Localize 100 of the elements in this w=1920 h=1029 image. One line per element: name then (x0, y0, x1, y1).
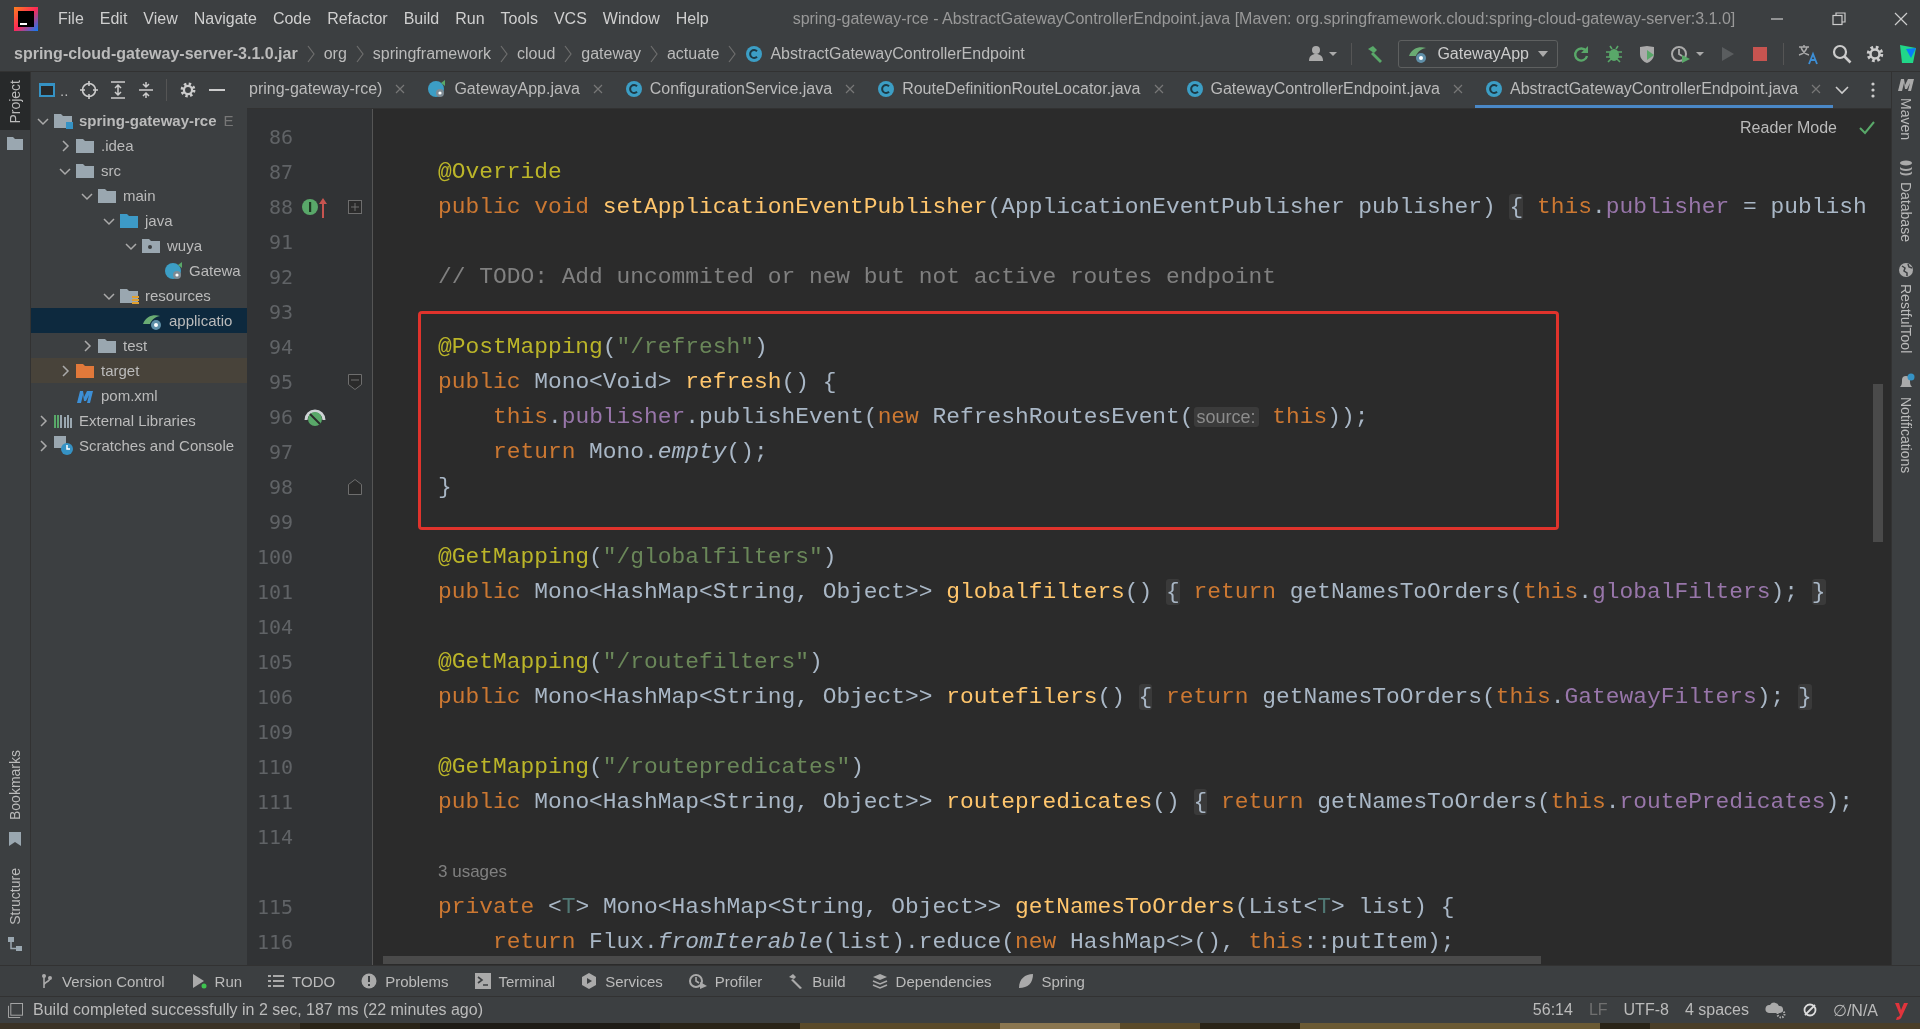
breadcrumb-item[interactable]: cloud (517, 45, 556, 63)
breadcrumb-item[interactable]: actuate (666, 45, 720, 63)
tree-item[interactable]: External Libraries (79, 412, 196, 429)
minimize-icon[interactable] (209, 88, 226, 92)
usages-hint[interactable]: 3 usages (380, 861, 507, 882)
translate-icon[interactable] (1797, 43, 1819, 65)
tool-window-tab[interactable]: Bookmarks (0, 742, 30, 827)
collapse-all-icon[interactable] (138, 81, 155, 99)
code-line: public Mono<HashMap<String, Object>> routefilers() { return getNamesToOrders(this.GatewayFilters); } (437, 683, 1812, 710)
scratches-icon (54, 435, 74, 456)
bookmark-icon[interactable] (9, 832, 21, 847)
tool-window-button[interactable]: Spring (1017, 972, 1085, 990)
folder-icon[interactable] (7, 135, 23, 150)
menu-item[interactable]: Tools (492, 9, 546, 28)
tree-item[interactable]: test (123, 337, 148, 354)
menu-item[interactable]: File (50, 9, 92, 28)
tool-window-button[interactable]: Build (788, 972, 846, 990)
tool-window-button[interactable]: Profiler (688, 972, 763, 990)
settings-icon[interactable] (1865, 44, 1885, 64)
plugin-logo-icon[interactable] (1894, 1000, 1908, 1020)
search-icon[interactable] (1832, 44, 1852, 64)
run-config-dropdown[interactable]: GatewayApp (1398, 40, 1558, 68)
user-icon[interactable] (1308, 44, 1339, 64)
menu-item[interactable]: Window (594, 9, 668, 28)
tree-item[interactable]: Scratches and Console (79, 437, 235, 454)
menu-item[interactable]: View (135, 9, 186, 28)
chevron-down-icon[interactable] (1835, 85, 1849, 95)
bug-icon[interactable] (1604, 44, 1624, 64)
stop-icon[interactable] (1750, 44, 1770, 64)
tree-item[interactable]: wuya (167, 237, 203, 254)
tool-window-label[interactable]: Notifications (1898, 397, 1914, 474)
tool-window-button[interactable]: Version Control (40, 972, 165, 990)
editor-tab[interactable]: ConfigurationService.java (614, 72, 868, 108)
scrollbar-thumb[interactable] (383, 956, 1541, 964)
tree-item[interactable]: src (101, 162, 121, 179)
menu-item[interactable]: Edit (91, 9, 136, 28)
editor-tab[interactable]: GatewayApp.java (417, 72, 615, 108)
editor-tab[interactable]: GatewayControllerEndpoint.java (1175, 72, 1475, 108)
tree-item[interactable]: main (123, 187, 156, 204)
coverage-icon[interactable] (1637, 44, 1657, 64)
tool-window-tab[interactable]: Structure (0, 860, 30, 931)
breadcrumb-item[interactable]: org (323, 45, 347, 63)
code-line: return Flux.fromIterable(list).reduce(new HashMap<>(), this::putItem); (491, 928, 1455, 955)
breadcrumb-item[interactable]: gateway (581, 45, 641, 63)
tool-window-label[interactable]: Maven (1898, 98, 1914, 141)
editor-tab[interactable]: pring-gateway-rce) (247, 72, 418, 108)
editor-tab[interactable]: RouteDefinitionRouteLocator.java (867, 72, 1176, 108)
tool-window-label[interactable]: Database (1898, 182, 1914, 242)
plugin-logo-icon[interactable] (1898, 43, 1918, 65)
cloud-gear-icon[interactable] (1764, 1001, 1787, 1019)
settings-icon[interactable] (179, 81, 198, 99)
tool-window-tab[interactable]: Project (0, 72, 30, 130)
tool-window-button[interactable]: Run (190, 972, 243, 990)
indent-setting[interactable]: 4 spaces (1684, 1001, 1749, 1019)
status-message[interactable]: Build completed successfully in 2 sec, 187 ms (22 minutes ago) (33, 1001, 483, 1019)
close-icon[interactable] (1894, 11, 1908, 26)
caret-position[interactable]: 56:14 (1532, 1001, 1573, 1019)
menu-item[interactable]: Refactor (319, 9, 396, 28)
tool-window-button[interactable]: Dependencies (871, 972, 992, 990)
tool-window-label[interactable]: RestfulTool (1898, 283, 1914, 354)
tree-item[interactable]: resources (145, 287, 211, 304)
tree-item[interactable]: Gatewa (189, 262, 241, 279)
menu-item[interactable]: Run (447, 9, 493, 28)
menu-item[interactable]: Build (395, 9, 448, 28)
tool-window-button[interactable]: Services (581, 972, 663, 990)
target-icon[interactable] (80, 81, 99, 99)
tool-window-button[interactable]: Problems (361, 972, 449, 990)
menu-item[interactable]: Help (667, 9, 717, 28)
file-encoding[interactable]: UTF-8 (1623, 1001, 1669, 1019)
restore-icon[interactable] (1832, 11, 1846, 26)
tree-item[interactable]: spring-gateway-rce (79, 112, 217, 129)
tree-item[interactable]: .idea (101, 137, 134, 154)
chevron-icon (500, 44, 509, 64)
panel-title[interactable]: .. (60, 81, 69, 99)
menu-item[interactable]: Code (264, 9, 320, 28)
tool-window-button[interactable]: Terminal (474, 972, 556, 990)
fold-expand-icon[interactable] (348, 199, 362, 214)
tree-item[interactable]: pom.xml (101, 387, 158, 404)
scrollbar-thumb[interactable] (1873, 384, 1883, 542)
menu-item[interactable]: Navigate (185, 9, 265, 28)
structure-icon[interactable] (8, 937, 22, 951)
profiler-icon[interactable] (1670, 44, 1704, 64)
tree-item[interactable]: java (145, 212, 173, 229)
no-entry-icon[interactable] (1802, 1003, 1817, 1017)
layout-icon[interactable] (8, 1002, 23, 1018)
menu-item[interactable]: VCS (545, 9, 595, 28)
breadcrumb-item[interactable]: AbstractGatewayControllerEndpoint (770, 45, 1025, 63)
code-line: @Override (437, 158, 562, 185)
chevron-icon (564, 44, 573, 64)
reader-mode-button[interactable]: Reader Mode (1740, 119, 1837, 137)
breadcrumb-item[interactable]: spring-cloud-gateway-server-3.1.0.jar (14, 45, 298, 63)
vcs-status[interactable]: ∅/N/A (1832, 1000, 1878, 1020)
more-icon[interactable] (1871, 82, 1875, 98)
panel-icon[interactable] (38, 82, 56, 98)
services-icon (581, 973, 598, 989)
expand-all-icon[interactable] (110, 81, 127, 99)
breadcrumb-item[interactable]: springframework (372, 45, 492, 63)
tool-window-button[interactable]: TODO (268, 972, 336, 990)
rerun-icon[interactable] (1571, 44, 1591, 64)
tree-item[interactable]: target (101, 362, 140, 379)
